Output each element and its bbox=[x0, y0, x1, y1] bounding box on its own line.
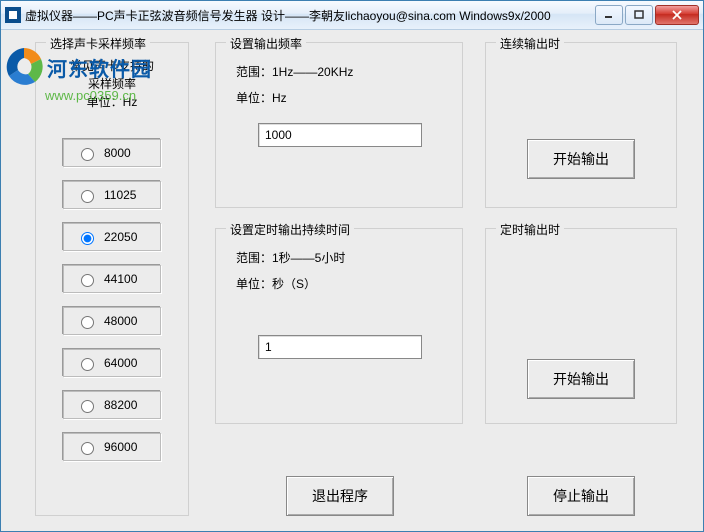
dur-range-label: 范围：1秒——5小时 bbox=[236, 245, 442, 271]
sample-radio-input[interactable] bbox=[81, 190, 94, 203]
sample-radio-input[interactable] bbox=[81, 232, 94, 245]
sample-radio-11025[interactable]: 11025 bbox=[63, 181, 161, 209]
sample-radio-list: 8000 11025 22050 44100 48000 64000 88200 96000 bbox=[36, 139, 188, 461]
frequency-group: 设置输出频率 范围：1Hz——20KHz 单位：Hz bbox=[215, 42, 463, 208]
dur-unit-label: 单位：秒（S） bbox=[236, 271, 442, 297]
sample-radio-label: 44100 bbox=[104, 272, 137, 286]
client-area: 河东软件园 www.pc0359.cn 选择声卡采样频率 常见声卡支持的 采样频… bbox=[1, 30, 703, 532]
sample-radio-label: 88200 bbox=[104, 398, 137, 412]
window-title: 虚拟仪器——PC声卡正弦波音频信号发生器 设计——李朝友lichaoyou@si… bbox=[25, 7, 593, 24]
sample-desc-line2: 采样频率 bbox=[36, 75, 188, 93]
sample-radio-label: 11025 bbox=[104, 188, 136, 202]
freq-unit-label: 单位：Hz bbox=[236, 85, 442, 111]
minimize-icon bbox=[604, 10, 614, 20]
sample-radio-label: 48000 bbox=[104, 314, 137, 328]
dur-group-title: 设置定时输出持续时间 bbox=[226, 221, 354, 238]
sample-radio-input[interactable] bbox=[81, 358, 94, 371]
close-icon bbox=[671, 10, 683, 20]
sample-radio-input[interactable] bbox=[81, 442, 94, 455]
sample-radio-label: 22050 bbox=[104, 230, 137, 244]
sample-desc: 常见声卡支持的 采样频率 单位：Hz bbox=[36, 57, 188, 111]
freq-group-title: 设置输出频率 bbox=[226, 35, 306, 52]
titlebar: 虚拟仪器——PC声卡正弦波音频信号发生器 设计——李朝友lichaoyou@si… bbox=[1, 1, 703, 30]
freq-range-label: 范围：1Hz——20KHz bbox=[236, 59, 442, 85]
sample-radio-64000[interactable]: 64000 bbox=[63, 349, 161, 377]
continuous-group: 连续输出时 开始输出 bbox=[485, 42, 677, 208]
sample-radio-input[interactable] bbox=[81, 274, 94, 287]
sample-radio-44100[interactable]: 44100 bbox=[63, 265, 161, 293]
stop-button[interactable]: 停止输出 bbox=[527, 476, 635, 516]
sample-desc-line3: 单位：Hz bbox=[36, 93, 188, 111]
timed-group: 定时输出时 开始输出 bbox=[485, 228, 677, 424]
sample-radio-88200[interactable]: 88200 bbox=[63, 391, 161, 419]
sample-group-title: 选择声卡采样频率 bbox=[46, 35, 150, 52]
sample-rate-group: 选择声卡采样频率 常见声卡支持的 采样频率 单位：Hz 800011025220… bbox=[35, 42, 189, 516]
timed-start-button[interactable]: 开始输出 bbox=[527, 359, 635, 399]
sample-desc-line1: 常见声卡支持的 bbox=[36, 57, 188, 75]
duration-input[interactable] bbox=[258, 335, 422, 359]
minimize-button[interactable] bbox=[595, 5, 623, 25]
duration-group: 设置定时输出持续时间 范围：1秒——5小时 单位：秒（S） bbox=[215, 228, 463, 424]
frequency-input[interactable] bbox=[258, 123, 422, 147]
exit-button[interactable]: 退出程序 bbox=[286, 476, 394, 516]
app-icon bbox=[5, 7, 21, 23]
main-window: 虚拟仪器——PC声卡正弦波音频信号发生器 设计——李朝友lichaoyou@si… bbox=[0, 0, 704, 532]
close-button[interactable] bbox=[655, 5, 699, 25]
sample-radio-input[interactable] bbox=[81, 316, 94, 329]
timed-group-title: 定时输出时 bbox=[496, 221, 564, 238]
sample-radio-48000[interactable]: 48000 bbox=[63, 307, 161, 335]
maximize-icon bbox=[634, 10, 644, 20]
sample-radio-label: 64000 bbox=[104, 356, 137, 370]
sample-radio-label: 8000 bbox=[104, 146, 131, 160]
sample-radio-input[interactable] bbox=[81, 148, 94, 161]
maximize-button[interactable] bbox=[625, 5, 653, 25]
window-controls bbox=[593, 5, 699, 25]
sample-radio-input[interactable] bbox=[81, 400, 94, 413]
sample-radio-96000[interactable]: 96000 bbox=[63, 433, 161, 461]
sample-radio-22050[interactable]: 22050 bbox=[63, 223, 161, 251]
sample-radio-label: 96000 bbox=[104, 440, 137, 454]
continuous-start-button[interactable]: 开始输出 bbox=[527, 139, 635, 179]
sample-radio-8000[interactable]: 8000 bbox=[63, 139, 161, 167]
cont-group-title: 连续输出时 bbox=[496, 35, 564, 52]
